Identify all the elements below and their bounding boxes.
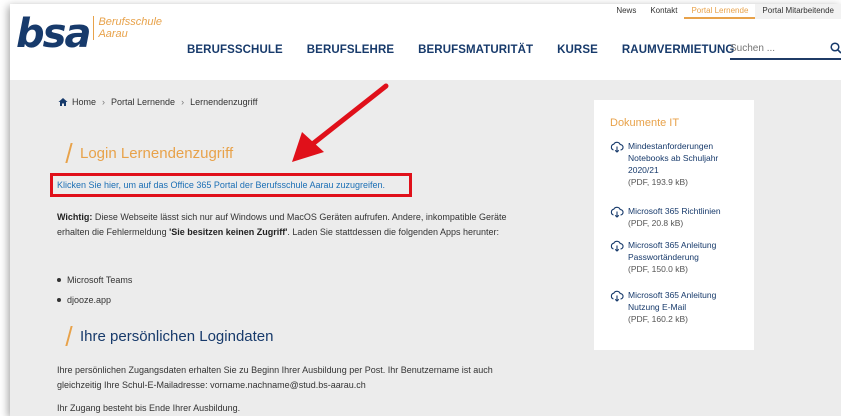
credentials-section-title: Ihre persönlichen Logindaten (65, 326, 274, 346)
document-meta: (PDF, 150.0 kB) (628, 264, 688, 274)
bsa-logo[interactable]: bsa Berufsschule Aarau (16, 14, 162, 54)
document-link[interactable]: Microsoft 365 Anleitung Passwortänderung… (610, 239, 743, 275)
top-nav-portal-mitarbeitende[interactable]: Portal Mitarbeitende (755, 4, 841, 19)
main-nav-berufsschule[interactable]: BERUFSSCHULE (187, 44, 283, 56)
cloud-download-icon (610, 240, 624, 252)
document-link[interactable]: Microsoft 365 Richtlinien (PDF, 20.8 kB) (610, 205, 753, 229)
top-nav-portal-lernende[interactable]: Portal Lernende (684, 4, 756, 19)
top-nav: News Kontakt Portal Lernende Portal Mita… (609, 4, 841, 19)
login-section-title: Login Lernendenzugriff (65, 143, 234, 163)
main-nav-kurse[interactable]: KURSE (557, 44, 598, 56)
main-nav-raumvermietung[interactable]: RAUMVERMIETUNG (622, 44, 735, 56)
top-nav-kontakt[interactable]: Kontakt (643, 4, 684, 19)
cloud-download-icon (610, 141, 624, 153)
breadcrumb-separator: › (181, 97, 185, 107)
document-meta: (PDF, 193.9 kB) (628, 177, 688, 187)
main-nav-berufslehre[interactable]: BERUFSLEHRE (307, 44, 394, 56)
top-nav-news[interactable]: News (609, 4, 643, 19)
search-icon[interactable] (830, 42, 841, 54)
document-title: Microsoft 365 Richtlinien (628, 206, 721, 216)
note-label: Wichtig: (57, 212, 93, 222)
breadcrumb-separator: › (102, 97, 106, 107)
cloud-download-icon (610, 206, 624, 218)
document-meta: (PDF, 160.2 kB) (628, 314, 688, 324)
logo-sub-line-2: Aarau (98, 28, 128, 40)
list-item: Microsoft Teams (57, 273, 132, 293)
sidebar-title: Dokumente IT (610, 117, 680, 129)
apps-list: Microsoft Teams djooze.app (57, 273, 132, 313)
document-title: Microsoft 365 Anleitung Nutzung E-Mail (628, 290, 717, 312)
sidebar-documents: Dokumente IT Mindestanforderungen Notebo… (594, 100, 754, 350)
breadcrumb-home[interactable]: Home (72, 97, 96, 107)
search-input[interactable] (730, 42, 810, 54)
logo-mark: bsa (16, 11, 91, 57)
office365-portal-link[interactable]: Klicken Sie hier, um auf das Office 365 … (57, 180, 385, 190)
main-nav: BERUFSSCHULE BERUFSLEHRE BERUFSMATURITÄT… (187, 44, 758, 56)
note-error-message: 'Sie besitzen keinen Zugriff' (169, 227, 288, 237)
credentials-cutoff-line: Ihr Zugang besteht bis Ende Ihrer Ausbil… (57, 403, 241, 413)
list-item: djooze.app (57, 293, 132, 313)
document-meta: (PDF, 20.8 kB) (628, 218, 684, 228)
cloud-download-icon (610, 290, 624, 302)
breadcrumb: Home › Portal Lernende › Lernendenzugrif… (58, 97, 257, 107)
main-nav-berufsmaturitaet[interactable]: BERUFSMATURITÄT (418, 44, 533, 56)
document-link[interactable]: Microsoft 365 Anleitung Nutzung E-Mail (P… (610, 289, 743, 325)
document-title: Mindestanforderungen Notebooks ab Schulj… (628, 141, 719, 175)
credentials-text: Ihre persönlichen Zugangsdaten erhalten … (57, 365, 493, 390)
credentials-section-title-text: Ihre persönlichen Logindaten (80, 327, 274, 345)
search-bar (730, 38, 841, 60)
logo-subtitle: Berufsschule Aarau (93, 16, 162, 40)
compatibility-note: Wichtig: Diese Webseite lässt sich nur a… (57, 210, 527, 240)
document-link[interactable]: Mindestanforderungen Notebooks ab Schulj… (610, 140, 738, 188)
breadcrumb-portal-lernende[interactable]: Portal Lernende (111, 97, 175, 107)
site-header: bsa Berufsschule Aarau News Kontakt Port… (10, 4, 841, 80)
breadcrumb-current: Lernendenzugriff (190, 97, 258, 107)
document-title: Microsoft 365 Anleitung Passwortänderung (628, 240, 717, 262)
home-icon (58, 98, 68, 106)
note-text-2: . Laden Sie stattdessen die folgenden Ap… (287, 227, 500, 237)
logo-sub-line-1: Berufsschule (98, 16, 163, 28)
login-section-title-text: Login Lernendenzugriff (80, 144, 234, 162)
